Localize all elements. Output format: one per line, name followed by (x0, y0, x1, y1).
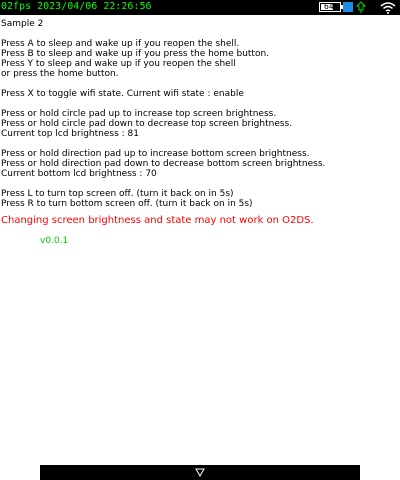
wifi-icon (380, 2, 396, 14)
instruction-line: Press or hold direction pad up to increa… (1, 149, 310, 159)
page-title: Sample 2 (1, 19, 44, 29)
instruction-line: Press or hold circle pad down to decreas… (1, 119, 293, 129)
instruction-line: or press the home button. (1, 69, 119, 79)
instruction-line: Current top lcd brightness : 81 (1, 129, 139, 139)
instruction-list: Press A to sleep and wake up if you reop… (0, 39, 400, 209)
instruction-line: Press or hold circle pad up to increase … (1, 109, 277, 119)
instruction-line: Press B to sleep and wake up if you pres… (1, 49, 270, 59)
status-bar: 02fps 2023/04/06 22:26:56 64 (0, 0, 400, 15)
instruction-line: Press R to turn bottom screen off. (turn… (1, 199, 253, 209)
instruction-line: Press A to sleep and wake up if you reop… (1, 39, 240, 49)
instruction-line: Current bottom lcd brightness : 70 (1, 169, 157, 179)
instruction-line: Press X to toggle wifi state. Current wi… (1, 89, 244, 99)
plug-icon (355, 1, 367, 13)
instruction-line: Press Y to sleep and wake up if you reop… (1, 59, 236, 69)
battery-icon: 64 (319, 2, 341, 12)
version-label: v0.0.1 (40, 236, 69, 246)
battery-charge-indicator (343, 2, 353, 12)
battery-level: 64 (324, 2, 334, 11)
down-arrow-icon[interactable] (195, 468, 205, 477)
instruction-line: Press or hold direction pad down to decr… (1, 159, 326, 169)
main-content: Sample 2 Press A to sleep and wake up if… (0, 19, 400, 246)
instruction-line: Press L to turn top screen off. (turn it… (1, 189, 234, 199)
status-fps-datetime: 02fps 2023/04/06 22:26:56 (1, 1, 152, 12)
bottom-bar[interactable] (40, 465, 360, 480)
warning-text: Changing screen brightness and state may… (1, 215, 314, 226)
